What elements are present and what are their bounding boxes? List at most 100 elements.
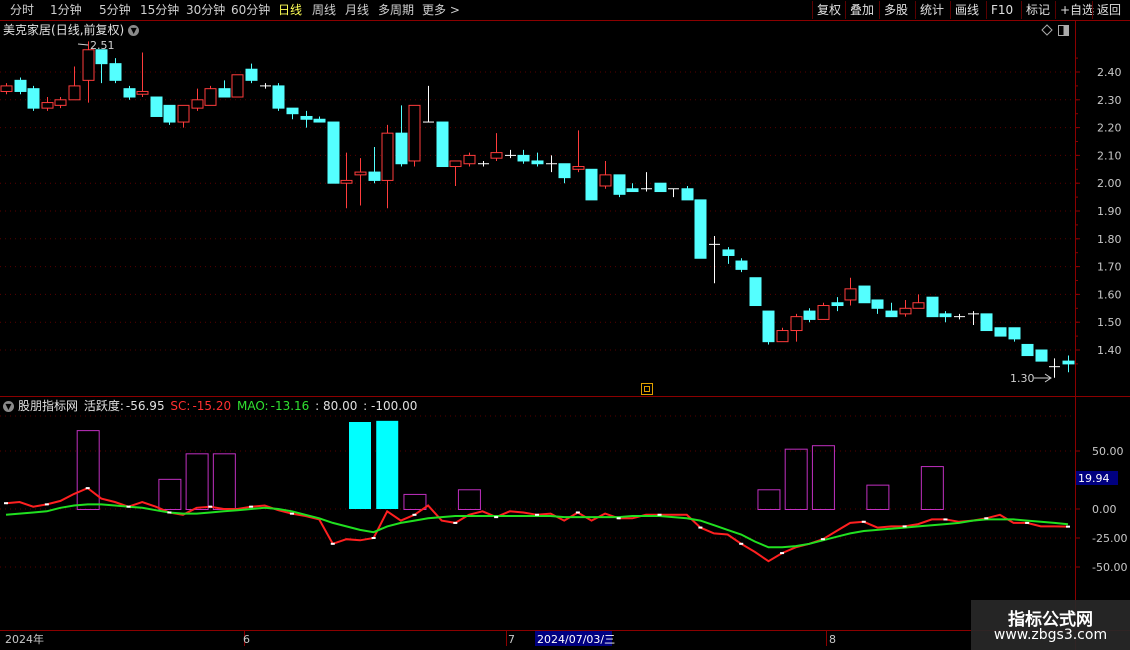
candle-body-up (572, 166, 585, 170)
candle (368, 147, 381, 184)
candle-body-down (14, 79, 27, 92)
candle (709, 236, 720, 284)
candle-body-up (490, 152, 503, 159)
chevron-down-icon[interactable]: ▼ (128, 25, 140, 36)
sc-marker (412, 513, 417, 516)
candle (641, 172, 652, 192)
indicator-bar-outline (457, 489, 481, 510)
watermark: 指标公式网 www.zbgs3.com (971, 600, 1130, 650)
candle (626, 183, 639, 193)
indicator-tick-label: 50.00 (1092, 445, 1124, 458)
candle (1062, 355, 1075, 373)
chevron-down-icon[interactable]: ▼ (3, 401, 14, 412)
sc-marker (167, 511, 172, 514)
event-marker-icon[interactable] (641, 383, 653, 395)
candle (191, 88, 204, 111)
candle (177, 104, 190, 128)
price-tick-label: 1.90 (1097, 205, 1122, 218)
candle-body-down (368, 171, 381, 181)
candle-body-up (68, 85, 81, 101)
indicator-title: ▼ 股朋指标网 活跃度: -56.95 SC: -15.20 MAO: -13.16 :… (3, 398, 419, 414)
indicator-bar-outline (784, 448, 808, 510)
price-tick-label: 1.70 (1097, 261, 1122, 274)
chart-canvas[interactable]: 2.40 2.30 2.20 2.10 2.00 1.90 1.80 1.70 1.60 1.50… (0, 0, 1130, 650)
candle-body-down (1062, 360, 1075, 365)
candle-body-up (463, 154, 476, 165)
candle (654, 182, 667, 193)
price-tick-label: 2.20 (1097, 122, 1122, 135)
candle-body-down (218, 88, 231, 98)
low-annotation: 1.30 (1010, 372, 1052, 385)
candle-body-down (1008, 327, 1021, 340)
candle (436, 121, 449, 168)
candle-body-down (123, 88, 136, 98)
candle (613, 174, 626, 198)
time-axis: 2024年 6 7 8 2024/07/03/三 (5, 631, 836, 646)
candle (694, 199, 707, 259)
highlight-date: 2024/07/03/三 (537, 633, 615, 646)
indicator-bar-outline (158, 478, 182, 510)
candle-body-up (41, 102, 54, 109)
panel-toggle-icon[interactable] (1058, 25, 1069, 36)
candle-body-up (354, 171, 367, 176)
candle-body-down (735, 260, 748, 270)
sc-marker (289, 512, 294, 515)
candle (858, 285, 871, 304)
candle (123, 85, 136, 100)
candle (1049, 358, 1060, 378)
candle-body-up (790, 316, 803, 332)
sc-marker (330, 542, 335, 545)
candle (478, 160, 489, 167)
indicator-bar-outline (811, 445, 835, 511)
sc-marker (44, 503, 49, 506)
candle (300, 110, 313, 128)
sc-marker (494, 516, 499, 519)
candle-body-down (109, 63, 122, 81)
candle-body-up (844, 288, 857, 301)
candle (1035, 349, 1048, 362)
indicator-bar-outline (866, 484, 890, 511)
time-label: 2024年 (5, 632, 44, 646)
chart-title: 美克家居(日线,前复权) ▼ (3, 22, 140, 38)
candle-body-up (191, 99, 204, 109)
sc-marker (780, 552, 785, 555)
badge-text: 19.94 (1078, 472, 1110, 485)
sc-marker (861, 520, 866, 523)
level-80: : 80.00 (315, 399, 358, 413)
price-tick-label: 2.10 (1097, 149, 1122, 162)
price-tick-label: 1.40 (1097, 344, 1122, 357)
candle-body-down (327, 121, 340, 184)
indicator-lines (4, 486, 1070, 563)
candle (150, 96, 163, 117)
candle (517, 149, 530, 164)
candle (395, 105, 408, 167)
candle (939, 311, 952, 323)
price-tick-label: 1.50 (1097, 316, 1122, 329)
candle (68, 66, 81, 101)
time-label: 6 (243, 633, 250, 646)
candle (968, 311, 979, 325)
candle (245, 63, 258, 84)
sc-marker (943, 518, 948, 521)
candle (14, 77, 27, 95)
indicator-bar-filled (349, 422, 371, 509)
sc-marker (698, 526, 703, 529)
candle-body-up (0, 85, 13, 92)
diamond-icon[interactable] (1041, 24, 1053, 36)
candle-body-up (817, 305, 830, 320)
candle (354, 158, 367, 206)
candle-body-up (599, 174, 612, 187)
candle-body-down (762, 310, 775, 343)
sc-marker (535, 513, 539, 516)
sc-marker (208, 505, 213, 508)
price-tick-label: 2.30 (1097, 94, 1122, 107)
candle-body-down (871, 299, 884, 309)
sc-marker (371, 537, 376, 539)
candle (136, 52, 149, 98)
candle-body-down (163, 104, 176, 123)
candle-body-down (681, 188, 694, 201)
candle-body-down (245, 68, 258, 81)
candle (449, 160, 462, 186)
candle (926, 296, 939, 318)
price-tick-label: 1.80 (1097, 233, 1122, 246)
